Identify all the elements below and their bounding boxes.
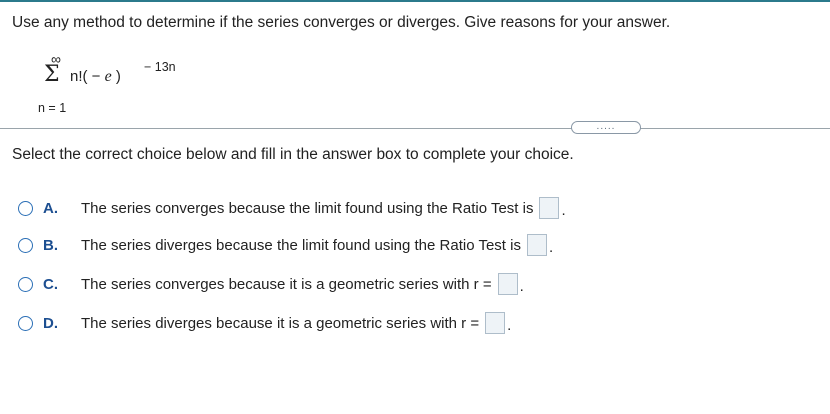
term-variable: e (104, 68, 112, 85)
choice-period-b: . (548, 239, 554, 256)
choice-period-d: . (507, 317, 512, 334)
answer-box-d[interactable] (485, 312, 506, 334)
choice-letter-c: C. (43, 275, 58, 293)
radio-d[interactable] (18, 315, 33, 331)
radio-a[interactable] (18, 200, 33, 216)
choice-text-d: The series diverges because it is a geom… (81, 314, 480, 332)
choice-c[interactable]: C. The series converges because it is a … (18, 272, 524, 296)
choice-letter-b: B. (43, 236, 58, 254)
series-term: n!( − e ) (70, 68, 121, 86)
section-divider (0, 128, 830, 129)
top-rule (0, 0, 830, 2)
answer-box-c[interactable] (497, 273, 518, 295)
choice-letter-d: D. (43, 314, 58, 332)
answer-box-b[interactable] (526, 234, 547, 256)
radio-c[interactable] (18, 276, 33, 292)
choice-text-b: The series diverges because the limit fo… (81, 236, 521, 254)
question-text: Use any method to determine if the serie… (12, 14, 671, 31)
choice-b[interactable]: B. The series diverges because the limit… (18, 233, 553, 257)
choice-text-c: The series converges because it is a geo… (81, 275, 492, 293)
answer-box-a[interactable] (539, 197, 560, 219)
choice-letter-a: A. (43, 199, 58, 217)
series-lower-limit: n = 1 (38, 101, 67, 115)
term-suffix: ) (115, 68, 121, 85)
choice-period-c: . (519, 278, 524, 295)
expand-dots-button[interactable]: ..... (571, 121, 641, 134)
choice-a[interactable]: A. The series converges because the limi… (18, 196, 566, 220)
choice-text-a: The series converges because the limit f… (81, 199, 534, 217)
choice-d[interactable]: D. The series diverges because it is a g… (18, 311, 511, 335)
series-exponent: − 13n (144, 60, 176, 74)
sigma-symbol: Σ (44, 62, 60, 87)
instruction-text: Select the correct choice below and fill… (12, 146, 574, 163)
choice-period-a: . (561, 202, 566, 219)
radio-b[interactable] (18, 237, 33, 253)
term-prefix: n!( − (70, 68, 101, 85)
